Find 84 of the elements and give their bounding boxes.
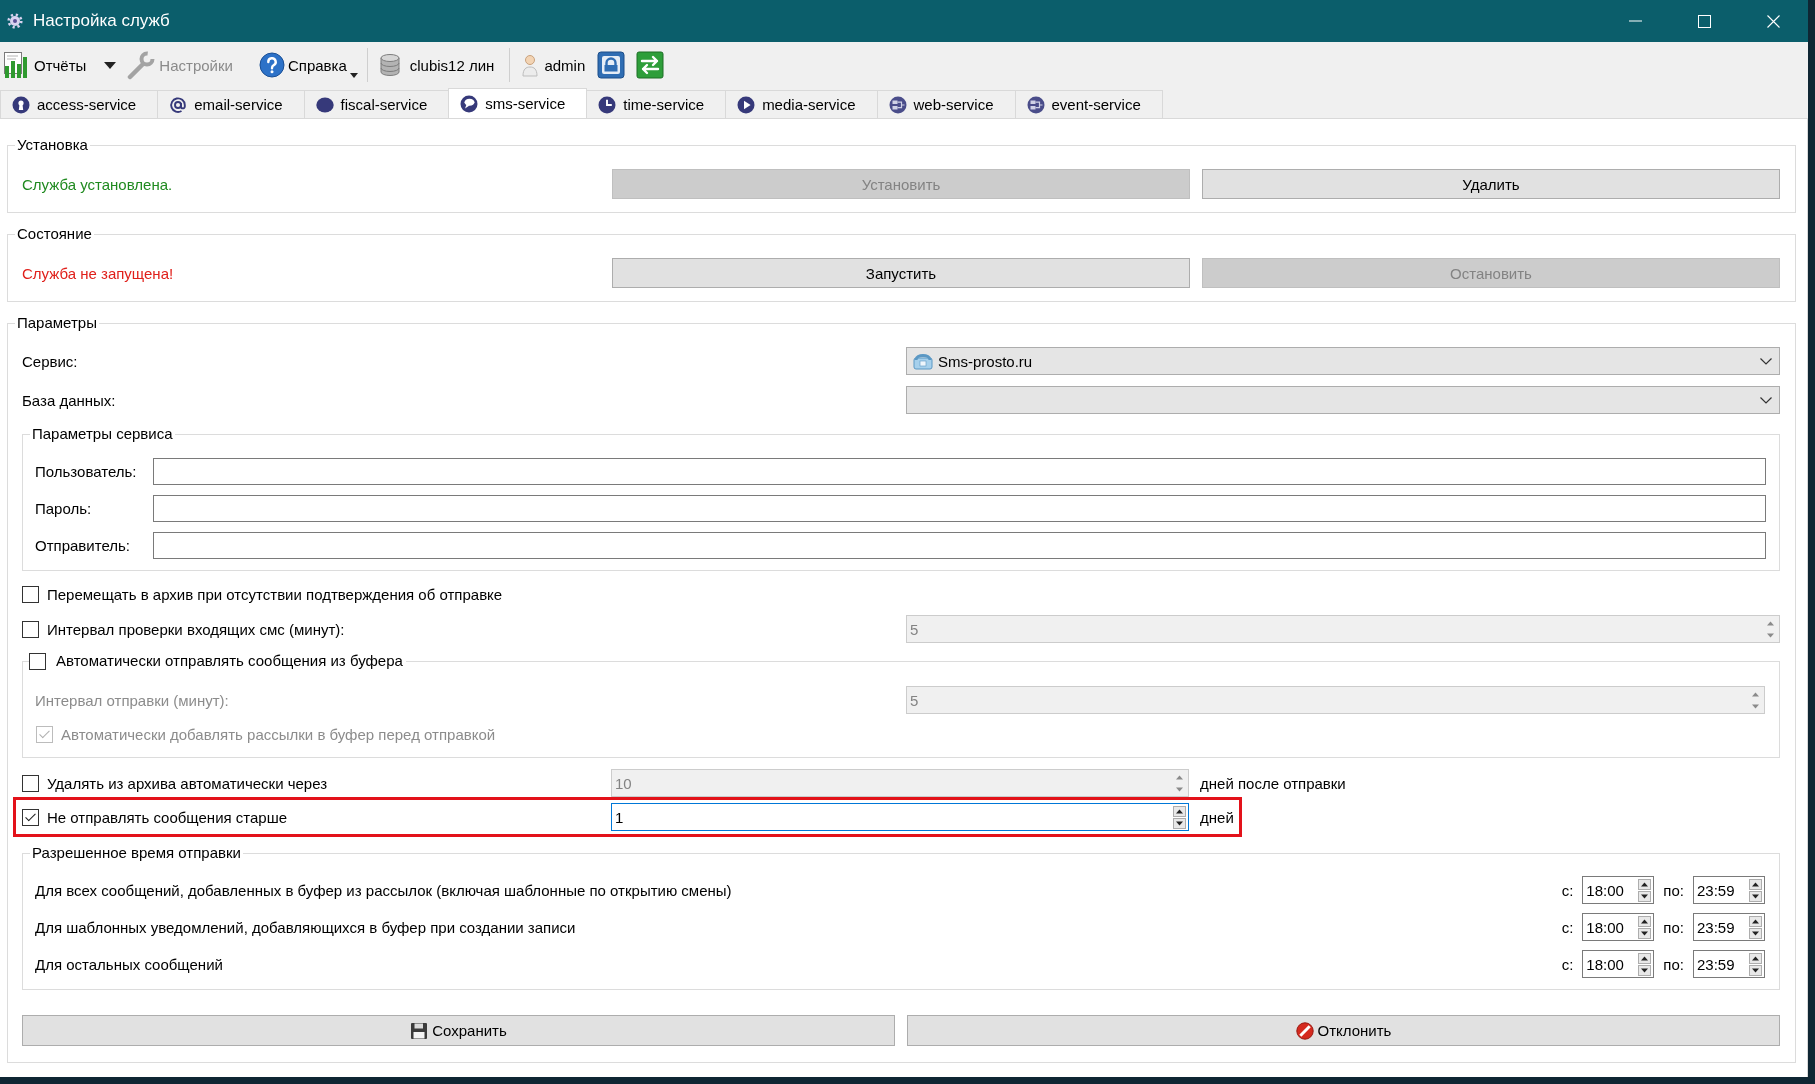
dropdown[interactable]: Sms-prosto.ru: [906, 347, 1780, 375]
field-label: с:: [1561, 955, 1574, 973]
spin-field[interactable]: 18:00: [1582, 950, 1655, 978]
spin-field[interactable]: 23:59: [1693, 876, 1765, 904]
checkbox[interactable]: [29, 652, 46, 670]
action-button[interactable]: Удалить: [1202, 169, 1780, 199]
group-title: Параметры сервиса: [31, 425, 174, 443]
spin-field[interactable]: 1: [611, 803, 1189, 831]
checkbox[interactable]: [22, 585, 39, 603]
tab[interactable]: event-service: [1014, 90, 1163, 118]
group-title: Состояние: [16, 225, 93, 243]
maximize-icon: [1698, 14, 1711, 28]
row-label: Для всех сообщений, добавленных в буфер из рассылок (включая шаблонные по открытию смены): [35, 881, 733, 899]
action-button[interactable]: Отклонить: [907, 1015, 1780, 1046]
group-title: Параметры: [16, 314, 98, 332]
window-title: Настройка служб: [33, 11, 170, 31]
spin-field[interactable]: 23:59: [1693, 913, 1765, 941]
telephone-icon: [913, 352, 933, 370]
chevron-down-icon: [1760, 357, 1772, 365]
input-field[interactable]: [153, 458, 1766, 485]
checkbox-label: Автоматически добавлять рассылки в буфер перед отправкой: [61, 725, 496, 743]
help-icon: [258, 52, 285, 78]
checkbox[interactable]: [22, 620, 39, 638]
tab[interactable]: access-service: [0, 90, 159, 118]
oval-icon: [315, 95, 334, 114]
action-button[interactable]: Сохранить: [22, 1015, 895, 1046]
field-label: по:: [1663, 955, 1684, 973]
checkbox-label: Автоматически отправлять сообщения из буфера: [56, 651, 403, 671]
user-name: admin: [544, 56, 586, 74]
field-label: с:: [1561, 881, 1574, 899]
checkbox[interactable]: [22, 808, 39, 826]
spin-field[interactable]: 18:00: [1582, 876, 1655, 904]
field-label: по:: [1663, 881, 1684, 899]
field-label: по:: [1663, 918, 1684, 936]
checkbox[interactable]: [22, 774, 39, 792]
database-icon: [378, 53, 401, 77]
keyhole-icon: [12, 95, 30, 114]
toolbar-button[interactable]: Справка: [256, 45, 349, 85]
row-label: Для остальных сообщений: [35, 955, 224, 973]
group-title: Разрешенное время отправки: [31, 844, 242, 862]
spin-field[interactable]: 23:59: [1693, 950, 1765, 978]
row-label: Для шаблонных уведомлений, добавляющихся в буфер при создании записи: [35, 918, 577, 936]
toolbar-button[interactable]: Отчёты: [1, 45, 89, 85]
field-label: Интервал отправки (минут):: [35, 691, 230, 709]
two-arrows-icon: [636, 51, 665, 79]
spin-field[interactable]: 18:00: [1582, 913, 1655, 941]
user-icon: [522, 53, 539, 77]
group-title: Установка: [16, 136, 89, 154]
field-label: Отправитель:: [35, 537, 131, 554]
prohibited-icon: [1295, 1021, 1314, 1040]
checkbox-label: Перемещать в архив при отсутствии подтверждения об отправке: [47, 585, 503, 603]
input-field[interactable]: [153, 532, 1766, 559]
status-text: Служба не запущена!: [22, 264, 175, 282]
field-label: Пользователь:: [35, 463, 138, 480]
status-text: Служба установлена.: [22, 175, 174, 193]
field-label: Сервис:: [22, 352, 79, 370]
checkbox-label: Интервал проверки входящих смс (минут):: [47, 620, 345, 638]
play-icon: [737, 95, 756, 114]
unit-label: дней: [1200, 808, 1234, 826]
unit-label: дней после отправки: [1200, 774, 1346, 792]
action-button[interactable]: Запустить: [612, 258, 1190, 288]
field-label: Пароль:: [35, 500, 93, 517]
minimize-icon: [1629, 20, 1642, 22]
close-icon: [1767, 14, 1780, 28]
speech-bubble-icon: [460, 94, 479, 113]
field-label: с:: [1561, 918, 1574, 936]
tab[interactable]: sms-service: [448, 88, 588, 118]
database-name: clubis12 лин: [409, 56, 495, 74]
at-sign-icon: [169, 95, 188, 114]
lock-icon: [597, 51, 626, 79]
lock-button[interactable]: [597, 51, 626, 79]
gear-icon: [7, 13, 23, 29]
wrench-icon: [126, 50, 157, 80]
field-label: База данных:: [22, 391, 117, 409]
exchange-button[interactable]: [636, 51, 665, 79]
input-field[interactable]: [153, 495, 1766, 522]
caret-icon[interactable]: [104, 61, 117, 69]
caret-icon[interactable]: [349, 73, 358, 78]
network-icon: [1026, 95, 1045, 114]
checkbox-label: Не отправлять сообщения старше: [47, 808, 288, 826]
chevron-down-icon: [1760, 396, 1772, 404]
checkbox-label: Удалять из архива автоматически через: [47, 774, 328, 792]
clock-icon: [598, 95, 617, 114]
network-icon: [888, 95, 907, 114]
